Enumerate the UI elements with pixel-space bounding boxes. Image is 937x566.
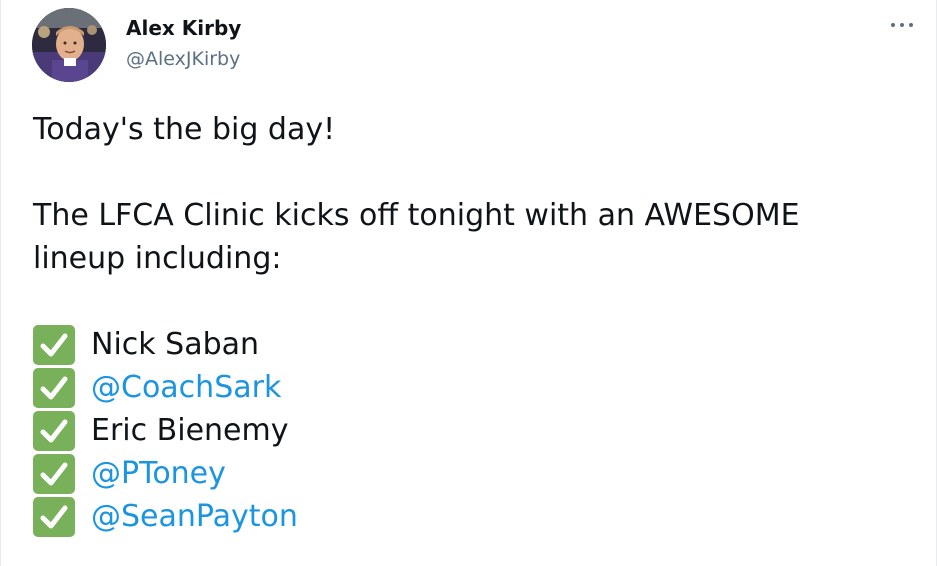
tweet-line: lineup including: [33,241,282,276]
avatar[interactable] [32,8,106,82]
tweet-line: The LFCA Clinic kicks off tonight with a… [33,198,800,233]
check-mark-icon [33,453,75,494]
lineup-item: @PToney [33,452,913,495]
mention-link[interactable]: @SeanPayton [91,495,298,538]
check-mark-icon [33,367,75,408]
author-name[interactable]: Alex Kirby [126,15,241,41]
lineup-name: Eric Bienemy [91,413,289,448]
lineup-item: Nick Saban [33,323,913,366]
tweet-line: Today's the big day! [33,112,336,147]
lineup-item: Eric Bienemy [33,409,913,452]
tweet-text: Today's the big day! The LFCA Clinic kic… [33,108,913,538]
check-mark-icon [33,324,75,365]
lineup-item: @SeanPayton [33,495,913,538]
mention-link[interactable]: @CoachSark [91,366,281,409]
more-options-icon[interactable] [885,10,919,40]
mention-link[interactable]: @PToney [91,452,226,495]
tweet-card: Alex Kirby @AlexJKirby Today's the big d… [0,0,937,566]
check-mark-icon [33,410,75,451]
author-handle[interactable]: @AlexJKirby [126,46,240,72]
check-mark-icon [33,496,75,537]
avatar-image [32,8,106,82]
lineup-name: Nick Saban [91,327,260,362]
lineup-item: @CoachSark [33,366,913,409]
